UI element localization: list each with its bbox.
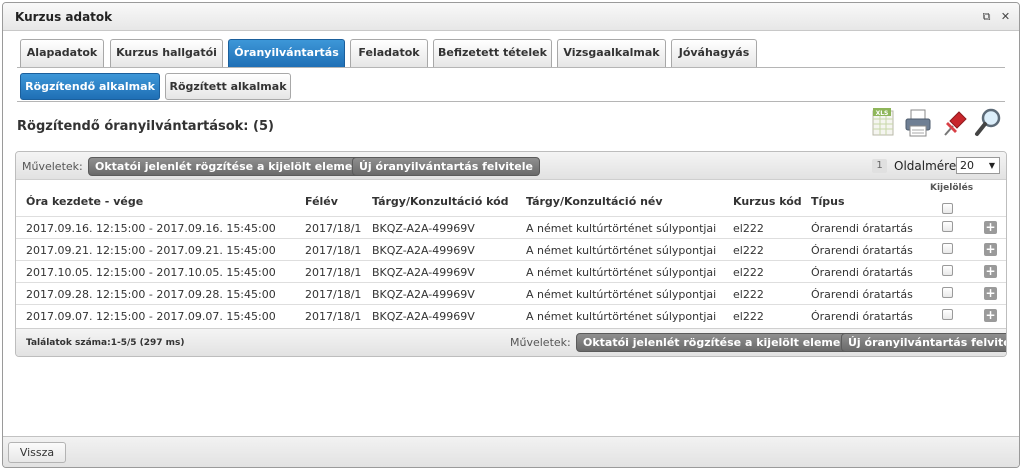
page-size-select[interactable]: 20 ▼ [956,157,1000,174]
table-row: 2017.09.07. 12:15:00 - 2017.09.07. 15:45… [16,304,1006,326]
cell-semester: 2017/18/1 [305,310,362,323]
tab-feladatok[interactable]: Feladatok [350,39,428,67]
sub-tabs: Rögzítendő alkalmak Rögzített alkalmak [17,72,1005,102]
cell-subject-code: BKQZ-A2A-49969V [372,288,475,301]
col-header-course-code[interactable]: Kurzus kód [733,195,802,208]
row-checkbox[interactable] [942,309,953,320]
ops-label-footer: Műveletek: [510,336,571,349]
tab-befizetett-tetelek[interactable]: Befizetett tételek [433,39,552,67]
tab-alapadatok[interactable]: Alapadatok [20,39,104,67]
cell-course-code: el222 [733,266,764,279]
row-checkbox[interactable] [942,243,953,254]
col-header-subject-code[interactable]: Tárgy/Konzultáció kód [372,195,509,208]
table-row: 2017.09.21. 12:15:00 - 2017.09.21. 15:45… [16,238,1006,260]
cell-type: Órarendi óratartás [811,266,913,279]
cell-type: Órarendi óratartás [811,288,913,301]
tab-vizsgaalkalmak[interactable]: Vizsgaalkalmak [557,39,666,67]
chevron-down-icon: ▼ [988,161,995,170]
cell-time: 2017.09.28. 12:15:00 - 2017.09.28. 15:45… [26,288,276,301]
cell-subject-code: BKQZ-A2A-49969V [372,244,475,257]
cell-semester: 2017/18/1 [305,222,362,235]
record-attendance-button-footer[interactable]: Oktatói jelenlét rögzítése a kijelölt el… [576,333,877,352]
cell-subject-code: BKQZ-A2A-49969V [372,222,475,235]
tab-kurzus-hallgatoi[interactable]: Kurzus hallgatói [110,39,223,67]
cell-type: Órarendi óratartás [811,222,913,235]
search-icon[interactable] [973,107,1003,139]
pin-icon[interactable] [939,107,969,139]
bottom-bar: Vissza [3,436,1019,467]
page-number[interactable]: 1 [872,159,887,173]
cell-type: Órarendi óratartás [811,244,913,257]
tab-oranyilvantartas[interactable]: Óranyilvántartás [228,39,345,67]
select-all-checkbox[interactable] [942,203,953,214]
cell-semester: 2017/18/1 [305,266,362,279]
cell-subject-name: A német kultúrtörténet súlypontjai [526,244,717,257]
ops-label: Műveletek: [22,160,83,173]
expand-plus-icon[interactable]: + [984,265,997,278]
popout-icon[interactable]: ⧉ [981,11,992,22]
cell-subject-name: A német kultúrtörténet súlypontjai [526,266,717,279]
subtab-rogzitett-alkalmak[interactable]: Rögzített alkalmak [165,73,291,100]
cell-course-code: el222 [733,244,764,257]
cell-subject-name: A német kultúrtörténet súlypontjai [526,310,717,323]
window-title: Kurzus adatok [15,10,113,24]
row-checkbox[interactable] [942,221,953,232]
col-header-semester[interactable]: Félév [305,195,338,208]
row-checkbox[interactable] [942,287,953,298]
table-row: 2017.09.16. 12:15:00 - 2017.09.16. 15:45… [16,216,1006,238]
cell-time: 2017.09.21. 12:15:00 - 2017.09.21. 15:45… [26,244,276,257]
grid-toolbar: Műveletek: Oktatói jelenlét rögzítése a … [16,152,1006,180]
cell-course-code: el222 [733,222,764,235]
expand-plus-icon[interactable]: + [984,309,997,322]
page-size-value: 20 [960,159,974,172]
expand-plus-icon[interactable]: + [984,221,997,234]
back-button[interactable]: Vissza [8,442,66,463]
cell-subject-name: A német kultúrtörténet súlypontjai [526,222,717,235]
cell-time: 2017.10.05. 12:15:00 - 2017.10.05. 15:45… [26,266,276,279]
close-icon[interactable]: ✕ [1000,11,1011,22]
results-count: Találatok száma:1-5/5 (297 ms) [26,338,185,348]
cell-subject-code: BKQZ-A2A-49969V [372,310,475,323]
expand-plus-icon[interactable]: + [984,243,997,256]
new-record-button[interactable]: Új óranyilvántartás felvitele [352,157,540,176]
new-record-button-footer[interactable]: Új óranyilvántartás felvitele [841,333,1006,352]
cell-semester: 2017/18/1 [305,288,362,301]
section-title: Rögzítendő óranyilvántartások: (5) [17,119,274,134]
window-titlebar: Kurzus adatok ⧉ ✕ [3,3,1019,31]
grid-footer: Találatok száma:1-5/5 (297 ms) Műveletek… [16,328,1006,356]
table-row: 2017.10.05. 12:15:00 - 2017.10.05. 15:45… [16,260,1006,282]
page-size-label: Oldalméret [894,159,961,173]
subtab-rogzitendo-alkalmak[interactable]: Rögzítendő alkalmak [20,73,160,100]
print-icon[interactable] [903,107,933,139]
cell-time: 2017.09.16. 12:15:00 - 2017.09.16. 15:45… [26,222,276,235]
main-tabs: Alapadatok Kurzus hallgatói Óranyilvánta… [17,39,1005,68]
cell-type: Órarendi óratartás [811,310,913,323]
select-header: Kijelölés [930,183,974,193]
records-grid: Műveletek: Oktatói jelenlét rögzítése a … [15,151,1007,357]
row-checkbox[interactable] [942,265,953,276]
course-data-window: Kurzus adatok ⧉ ✕ Alapadatok Kurzus hall… [2,2,1020,468]
svg-text:XLS: XLS [876,110,889,117]
cell-semester: 2017/18/1 [305,244,362,257]
cell-course-code: el222 [733,288,764,301]
cell-course-code: el222 [733,310,764,323]
excel-export-icon[interactable]: XLS [869,107,899,139]
col-header-time[interactable]: Óra kezdete - vége [26,195,143,208]
cell-time: 2017.09.07. 12:15:00 - 2017.09.07. 15:45… [26,310,276,323]
table-row: 2017.09.28. 12:15:00 - 2017.09.28. 15:45… [16,282,1006,304]
cell-subject-code: BKQZ-A2A-49969V [372,266,475,279]
col-header-type[interactable]: Típus [811,195,845,208]
tab-jovahagyas[interactable]: Jóváhagyás [671,39,757,67]
col-header-subject-name[interactable]: Tárgy/Konzultáció név [526,195,663,208]
record-attendance-button[interactable]: Oktatói jelenlét rögzítése a kijelölt el… [88,157,389,176]
expand-plus-icon[interactable]: + [984,287,997,300]
cell-subject-name: A német kultúrtörténet súlypontjai [526,288,717,301]
